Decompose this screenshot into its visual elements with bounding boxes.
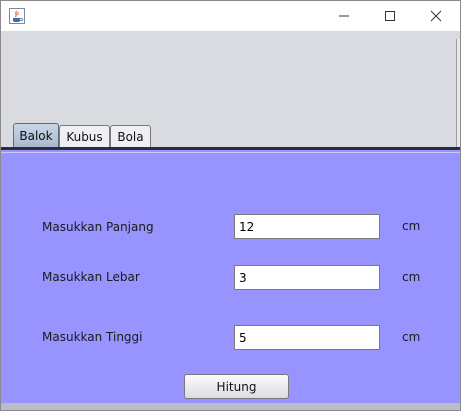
panjang-unit: cm [402, 219, 421, 233]
lebar-input[interactable] [234, 265, 380, 290]
tab-balok[interactable]: Balok [13, 123, 59, 148]
tinggi-input[interactable] [234, 325, 380, 350]
panjang-label: Masukkan Panjang [42, 220, 154, 234]
minimize-button[interactable] [321, 1, 367, 31]
app-window: Balok Kubus Bola Masukkan Panjang cm Mas… [0, 0, 461, 411]
maximize-button[interactable] [367, 1, 413, 31]
background-window-strip [1, 403, 460, 410]
tab-kubus[interactable]: Kubus [59, 125, 110, 147]
panjang-input[interactable] [234, 214, 380, 239]
window-edge-divider [456, 39, 460, 149]
hitung-button[interactable]: Hitung [184, 374, 289, 399]
panel-highlight [1, 152, 460, 153]
maximize-icon [385, 11, 395, 21]
lebar-label: Masukkan Lebar [42, 270, 140, 284]
java-cup-icon [9, 8, 25, 24]
lebar-unit: cm [402, 270, 421, 284]
close-icon [430, 10, 442, 22]
tinggi-unit: cm [402, 330, 421, 344]
tab-bola[interactable]: Bola [110, 125, 151, 147]
tinggi-label: Masukkan Tinggi [42, 330, 143, 344]
minimize-icon [339, 15, 349, 17]
title-bar[interactable] [1, 1, 460, 31]
close-button[interactable] [413, 1, 459, 31]
